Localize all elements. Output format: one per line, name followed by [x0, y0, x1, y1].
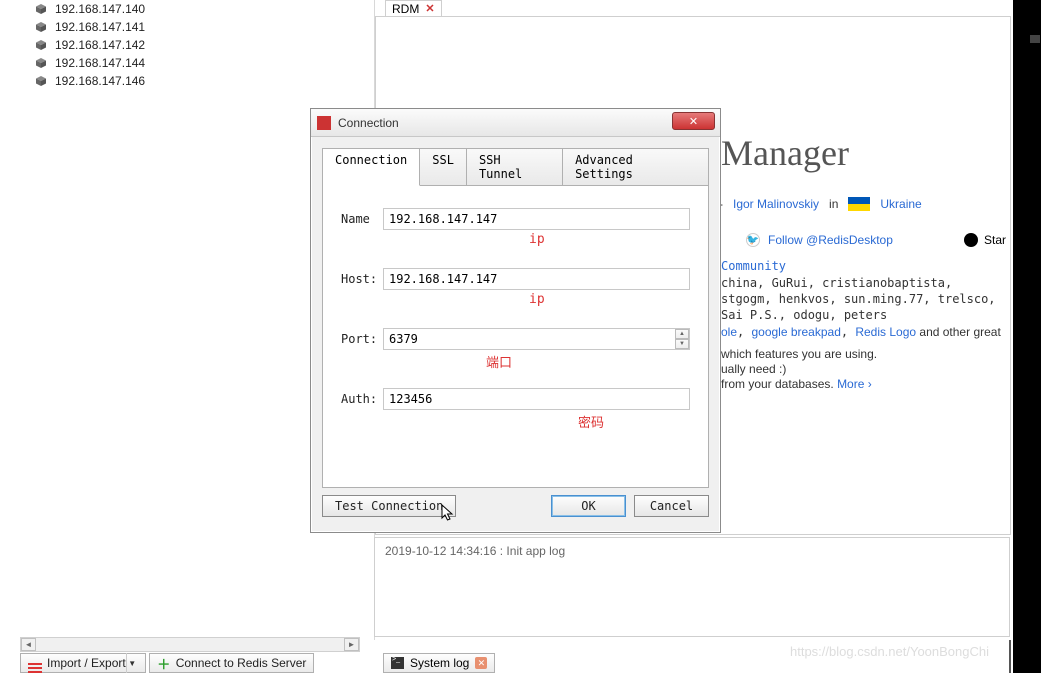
annotation-ip: ip — [529, 292, 545, 307]
auth-input[interactable] — [383, 388, 690, 410]
tree-item[interactable]: 192.168.147.144 — [20, 54, 360, 72]
system-log-tab[interactable]: System log ✕ — [383, 653, 495, 673]
port-spinner[interactable]: ▲▼ — [675, 329, 689, 349]
country-link[interactable]: Ukraine — [880, 197, 921, 211]
ok-button[interactable]: OK — [551, 495, 626, 517]
database-icon — [35, 75, 47, 87]
tree-item-label: 192.168.147.146 — [55, 74, 145, 88]
name-label: Name — [341, 212, 383, 226]
close-tab-icon[interactable]: ✕ — [425, 2, 434, 15]
app-title: Manager — [721, 132, 849, 174]
database-icon — [35, 21, 47, 33]
app-icon — [317, 116, 331, 130]
import-export-button[interactable]: Import / Export ▼ — [20, 653, 146, 673]
port-label: Port: — [341, 332, 383, 346]
tree-item-label: 192.168.147.140 — [55, 2, 145, 16]
author-link[interactable]: Igor Malinovskiy — [733, 197, 819, 211]
tab-label: RDM — [392, 2, 419, 16]
dialog-title-text: Connection — [338, 116, 399, 130]
connect-server-button[interactable]: Connect to Redis Server — [149, 653, 315, 673]
dropdown-caret-icon[interactable]: ▼ — [126, 653, 138, 673]
sidebar-h-scrollbar[interactable]: ◄ ► — [20, 637, 360, 652]
tree-item[interactable]: 192.168.147.140 — [20, 0, 360, 18]
watermark: https://blog.csdn.net/YoonBongChi — [790, 644, 989, 659]
tab-connection[interactable]: Connection — [323, 149, 420, 186]
window-edge — [1013, 0, 1041, 673]
tree-item[interactable]: 192.168.147.146 — [20, 72, 360, 90]
dialog-close-button[interactable] — [672, 112, 715, 130]
community-contributors: china, GuRui, cristianobaptista, stgogm,… — [721, 275, 1001, 323]
database-icon — [35, 3, 47, 15]
twitter-icon: 🐦 — [746, 233, 760, 247]
log-line: 2019-10-12 14:34:16 : Init app log — [385, 544, 565, 558]
dialog-tab-content: Name ip Host: ip Port: ▲▼ 端口 — [322, 186, 709, 488]
annotation-ip: ip — [529, 232, 545, 247]
plus-icon — [157, 656, 171, 670]
tree-item-label: 192.168.147.144 — [55, 56, 145, 70]
database-icon — [35, 57, 47, 69]
tab-ssh-tunnel[interactable]: SSH Tunnel — [467, 149, 563, 185]
libs-row: ole, google breakpad, Redis Logo and oth… — [721, 325, 1001, 339]
spin-down-icon[interactable]: ▼ — [675, 339, 689, 349]
annotation-auth: 密码 — [578, 412, 604, 431]
import-export-icon — [28, 656, 42, 670]
host-input[interactable] — [383, 268, 690, 290]
tab-rdm[interactable]: RDM ✕ — [385, 0, 442, 16]
features-text: which features you are using. ually need… — [721, 347, 1001, 392]
host-label: Host: — [341, 272, 383, 286]
scroll-track[interactable] — [36, 638, 344, 651]
dialog-tabs: Connection SSL SSH Tunnel Advanced Setti… — [322, 148, 709, 186]
dialog-titlebar[interactable]: Connection — [311, 109, 720, 137]
main-tab-strip: RDM ✕ — [375, 0, 1011, 17]
spin-up-icon[interactable]: ▲ — [675, 329, 689, 339]
tree-item-label: 192.168.147.141 — [55, 20, 145, 34]
tab-ssl[interactable]: SSL — [420, 149, 467, 185]
port-input[interactable] — [383, 328, 690, 350]
connection-tree: 192.168.147.140 192.168.147.141 192.168.… — [20, 0, 360, 637]
author-line: - Igor Malinovskiy in Ukraine — [719, 197, 922, 211]
tree-item[interactable]: 192.168.147.142 — [20, 36, 360, 54]
more-link[interactable]: More › — [837, 377, 872, 391]
cancel-button[interactable]: Cancel — [634, 495, 709, 517]
close-log-icon[interactable]: ✕ — [475, 657, 487, 669]
community-heading: Community — [721, 259, 786, 273]
tree-item[interactable]: 192.168.147.141 — [20, 18, 360, 36]
follow-row: 🐦 Follow @RedisDesktop Star — [746, 233, 1006, 247]
star-link[interactable]: Star — [984, 233, 1006, 247]
scroll-right-arrow[interactable]: ► — [344, 638, 359, 651]
tree-item-label: 192.168.147.142 — [55, 38, 145, 52]
system-log-panel: 2019-10-12 14:34:16 : Init app log — [374, 537, 1010, 637]
database-icon — [35, 39, 47, 51]
tab-advanced[interactable]: Advanced Settings — [563, 149, 708, 185]
flag-ukraine-icon — [848, 197, 870, 211]
test-connection-button[interactable]: Test Connection — [322, 495, 456, 517]
connection-dialog: Connection Connection SSL SSH Tunnel Adv… — [310, 108, 721, 533]
name-input[interactable] — [383, 208, 690, 230]
auth-label: Auth: — [341, 392, 383, 406]
annotation-port: 端口 — [486, 352, 512, 371]
console-icon — [391, 657, 404, 669]
github-icon — [964, 233, 978, 247]
follow-link[interactable]: Follow @RedisDesktop — [768, 233, 893, 247]
scroll-left-arrow[interactable]: ◄ — [21, 638, 36, 651]
